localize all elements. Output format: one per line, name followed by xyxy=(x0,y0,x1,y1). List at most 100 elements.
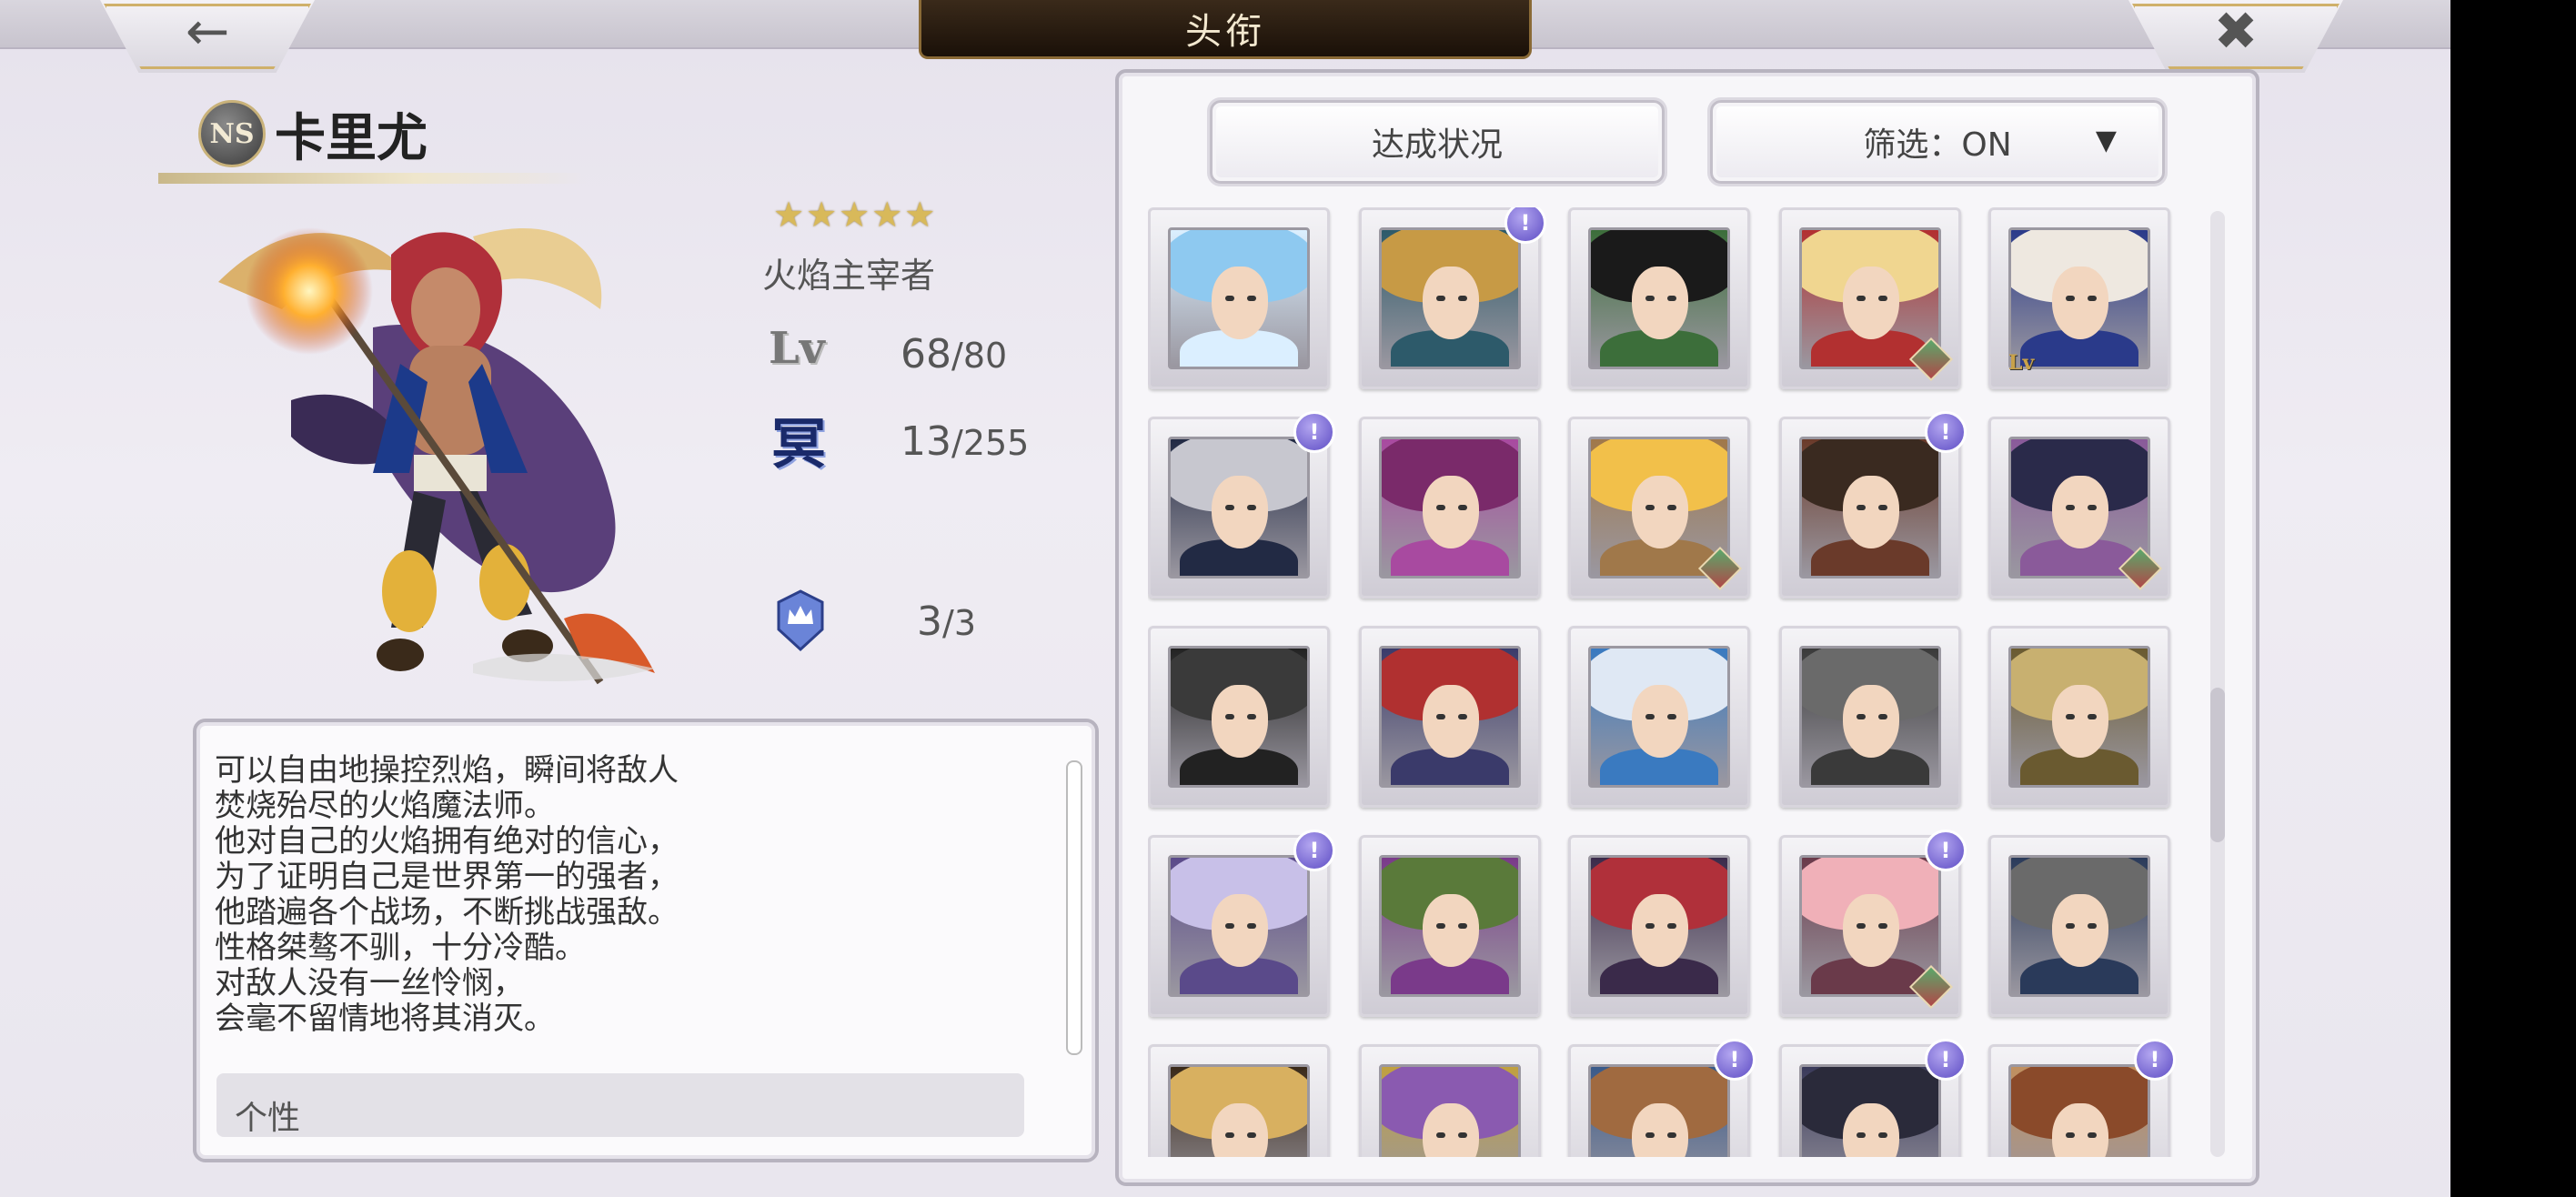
thumbnail-face xyxy=(1423,476,1479,548)
new-alert-icon: ! xyxy=(1293,830,1335,871)
character-name: 卡里尤 xyxy=(275,108,428,168)
character-icon-grid[interactable]: ! Lv!!!!!!! xyxy=(1148,207,2203,1157)
character-title-cell[interactable] xyxy=(1568,835,1750,1017)
thumbnail-eye xyxy=(1645,296,1655,301)
thumbnail-eye xyxy=(1225,714,1234,719)
thumbnail-face xyxy=(1212,685,1268,758)
description-panel[interactable]: 可以自由地操控烈焰，瞬间将敌人 焚烧殆尽的火焰魔法师。 他对自己的火焰拥有绝对的… xyxy=(193,719,1099,1162)
thumbnail-face xyxy=(1212,267,1268,339)
character-portrait xyxy=(218,227,655,685)
thumbnail-face xyxy=(1212,1103,1268,1157)
character-title-cell[interactable]: ! xyxy=(1779,411,1967,598)
character-title-cell[interactable] xyxy=(1568,626,1750,808)
character-title-cell[interactable] xyxy=(1988,626,2170,808)
thumbnail-face xyxy=(1632,267,1688,339)
thumbnail-eye xyxy=(1436,714,1445,719)
character-title-cell[interactable]: ! xyxy=(1148,830,1335,1017)
thumbnail-eye xyxy=(1436,296,1445,301)
thumbnail-eye xyxy=(1878,923,1887,929)
new-alert-icon: ! xyxy=(1714,1039,1756,1081)
thumbnail-face xyxy=(1843,894,1899,967)
crown-value: 3/3 xyxy=(917,598,976,645)
character-thumbnail xyxy=(1379,855,1521,997)
screen-edge xyxy=(2450,0,2576,1197)
character-title-cell[interactable]: Lv xyxy=(1988,207,2170,389)
thumbnail-eye xyxy=(1645,714,1655,719)
close-icon: ✖ xyxy=(2213,0,2259,62)
thumbnail-eye xyxy=(2088,923,2097,929)
character-title-cell[interactable] xyxy=(1779,626,1961,808)
thumbnail-eye xyxy=(1645,923,1655,929)
character-title-cell[interactable] xyxy=(1359,1044,1541,1157)
character-title-cell[interactable] xyxy=(1359,835,1541,1017)
character-title-cell[interactable] xyxy=(1779,207,1961,389)
thumbnail-eye xyxy=(2088,296,2097,301)
grid-scrollbar-thumb[interactable] xyxy=(2210,688,2225,842)
character-thumbnail xyxy=(1588,1064,1730,1157)
thumbnail-eye xyxy=(1857,1132,1866,1138)
thumbnail-eye xyxy=(1225,296,1234,301)
level-value: 68/80 xyxy=(901,331,1008,377)
thumbnail-eye xyxy=(2066,923,2075,929)
thumbnail-eye xyxy=(1225,923,1234,929)
character-title-cell[interactable] xyxy=(1359,626,1541,808)
character-thumbnail xyxy=(1799,1064,1941,1157)
new-alert-icon: ! xyxy=(1925,411,1967,453)
character-title-cell[interactable]: ! xyxy=(1779,1039,1967,1157)
thumbnail-face xyxy=(1632,894,1688,967)
thumbnail-eye xyxy=(1667,505,1676,510)
character-title-cell[interactable] xyxy=(1359,417,1541,598)
character-title-cell[interactable]: ! xyxy=(1779,830,1967,1017)
chevron-down-icon: ▼ xyxy=(2095,125,2117,156)
character-title-cell[interactable] xyxy=(1148,626,1330,808)
ming-value: 13/255 xyxy=(901,418,1030,465)
character-title-cell[interactable]: ! xyxy=(1148,411,1335,598)
thumbnail-eye xyxy=(1247,1132,1256,1138)
thumbnail-eye xyxy=(1878,714,1887,719)
new-alert-icon: ! xyxy=(1925,1039,1967,1081)
thumbnail-eye xyxy=(2066,714,2075,719)
achievement-status-button[interactable]: 达成状况 xyxy=(1210,100,1665,184)
thumbnail-eye xyxy=(2088,1132,2097,1138)
character-thumbnail xyxy=(1168,646,1310,788)
page-title-bar: 头衔 xyxy=(919,0,1532,59)
thumbnail-face xyxy=(1423,685,1479,758)
thumbnail-face xyxy=(1632,685,1688,758)
character-title-cell[interactable] xyxy=(1148,207,1330,389)
thumbnail-eye xyxy=(1225,505,1234,510)
new-alert-icon: ! xyxy=(2134,1039,2176,1081)
thumbnail-face xyxy=(2052,894,2108,967)
thumbnail-eye xyxy=(1667,296,1676,301)
thumbnail-face xyxy=(1212,476,1268,548)
character-title-cell[interactable] xyxy=(1568,207,1750,389)
back-button[interactable]: ← xyxy=(100,0,315,73)
description-scrollbar[interactable] xyxy=(1066,760,1082,1055)
thumbnail-face xyxy=(2052,685,2108,758)
filter-dropdown[interactable]: 筛选：ON ▼ xyxy=(1710,100,2165,184)
thumbnail-eye xyxy=(1436,505,1445,510)
character-title-cell[interactable] xyxy=(1988,835,2170,1017)
thumbnail-face xyxy=(1212,894,1268,967)
thumbnail-eye xyxy=(1436,923,1445,929)
thumbnail-face xyxy=(1843,476,1899,548)
character-title-cell[interactable] xyxy=(1568,417,1750,598)
character-title-cell[interactable] xyxy=(1148,1044,1330,1157)
thumbnail-eye xyxy=(1878,1132,1887,1138)
character-title-cell[interactable] xyxy=(1988,417,2170,598)
character-thumbnail xyxy=(1799,437,1941,578)
character-title-cell[interactable]: ! xyxy=(1359,207,1546,389)
thumbnail-eye xyxy=(1645,505,1655,510)
character-title-cell[interactable]: ! xyxy=(1568,1039,1756,1157)
thumbnail-eye xyxy=(1857,923,1866,929)
close-button[interactable]: ✖ xyxy=(2128,0,2343,73)
character-thumbnail xyxy=(1588,646,1730,788)
grid-scrollbar-track[interactable] xyxy=(2210,211,2225,1157)
character-thumbnail xyxy=(1588,227,1730,369)
thumbnail-eye xyxy=(1878,296,1887,301)
character-thumbnail xyxy=(2008,855,2150,997)
thumbnail-eye xyxy=(1458,714,1467,719)
character-title-cell[interactable]: ! xyxy=(1988,1039,2176,1157)
character-thumbnail xyxy=(1588,855,1730,997)
thumbnail-eye xyxy=(2066,1132,2075,1138)
rarity-stars: ★★★★★ xyxy=(773,195,938,235)
